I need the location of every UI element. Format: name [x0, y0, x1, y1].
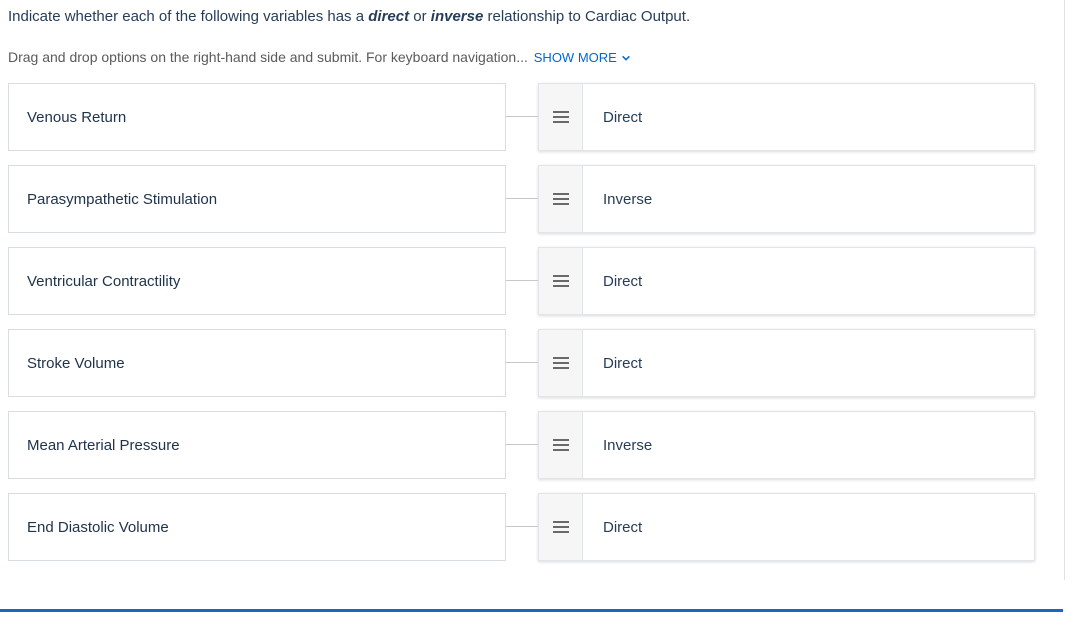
prompt-card: Venous Return [8, 83, 506, 151]
drag-handle[interactable] [539, 84, 583, 150]
instructions-text: Drag and drop options on the right-hand … [8, 49, 1075, 65]
question-em-direct: direct [368, 8, 409, 25]
drag-handle-icon [552, 110, 570, 124]
drag-handle[interactable] [539, 166, 583, 232]
match-connector [506, 83, 538, 151]
match-connector [506, 493, 538, 561]
answer-label: Direct [583, 494, 1034, 560]
answer-label: Inverse [583, 412, 1034, 478]
drag-handle-icon [552, 274, 570, 288]
drag-handle[interactable] [539, 248, 583, 314]
drag-handle[interactable] [539, 412, 583, 478]
answer-card[interactable]: Direct [538, 83, 1035, 151]
match-connector [506, 247, 538, 315]
prompt-label: Stroke Volume [27, 355, 125, 372]
show-more-toggle[interactable]: SHOW MORE [534, 50, 631, 65]
question-text: Indicate whether each of the following v… [8, 6, 1075, 27]
question-text-mid: or [409, 8, 431, 25]
match-row: Ventricular Contractility Direct [8, 247, 1075, 315]
match-connector [506, 165, 538, 233]
match-row: Stroke Volume Direct [8, 329, 1075, 397]
prompt-label: Ventricular Contractility [27, 273, 180, 290]
prompt-card: Parasympathetic Stimulation [8, 165, 506, 233]
prompt-label: End Diastolic Volume [27, 519, 169, 536]
chevron-down-icon [621, 53, 631, 63]
answer-card[interactable]: Direct [538, 329, 1035, 397]
instructions-body: Drag and drop options on the right-hand … [8, 49, 528, 65]
match-connector [506, 411, 538, 479]
question-text-after: relationship to Cardiac Output. [483, 8, 690, 25]
prompt-label: Mean Arterial Pressure [27, 437, 180, 454]
match-row: Parasympathetic Stimulation Inverse [8, 165, 1075, 233]
prompt-card: Ventricular Contractility [8, 247, 506, 315]
answer-label: Direct [583, 84, 1034, 150]
match-row: Venous Return Direct [8, 83, 1075, 151]
prompt-label: Parasympathetic Stimulation [27, 191, 217, 208]
match-row: End Diastolic Volume Direct [8, 493, 1075, 561]
drag-handle[interactable] [539, 494, 583, 560]
answer-card[interactable]: Direct [538, 247, 1035, 315]
prompt-card: Stroke Volume [8, 329, 506, 397]
answer-label: Direct [583, 330, 1034, 396]
answer-card[interactable]: Inverse [538, 165, 1035, 233]
bottom-accent-line [0, 609, 1063, 612]
show-more-label: SHOW MORE [534, 50, 617, 65]
drag-handle-icon [552, 192, 570, 206]
question-em-inverse: inverse [431, 8, 484, 25]
answer-card[interactable]: Inverse [538, 411, 1035, 479]
drag-handle-icon [552, 520, 570, 534]
answer-label: Inverse [583, 166, 1034, 232]
drag-handle[interactable] [539, 330, 583, 396]
prompt-label: Venous Return [27, 109, 126, 126]
match-row: Mean Arterial Pressure Inverse [8, 411, 1075, 479]
prompt-card: Mean Arterial Pressure [8, 411, 506, 479]
prompt-card: End Diastolic Volume [8, 493, 506, 561]
drag-handle-icon [552, 356, 570, 370]
drag-handle-icon [552, 438, 570, 452]
matching-rows: Venous Return Direct Parasympathetic Sti… [8, 83, 1075, 561]
answer-label: Direct [583, 248, 1034, 314]
match-connector [506, 329, 538, 397]
question-text-before: Indicate whether each of the following v… [8, 8, 368, 25]
answer-card[interactable]: Direct [538, 493, 1035, 561]
